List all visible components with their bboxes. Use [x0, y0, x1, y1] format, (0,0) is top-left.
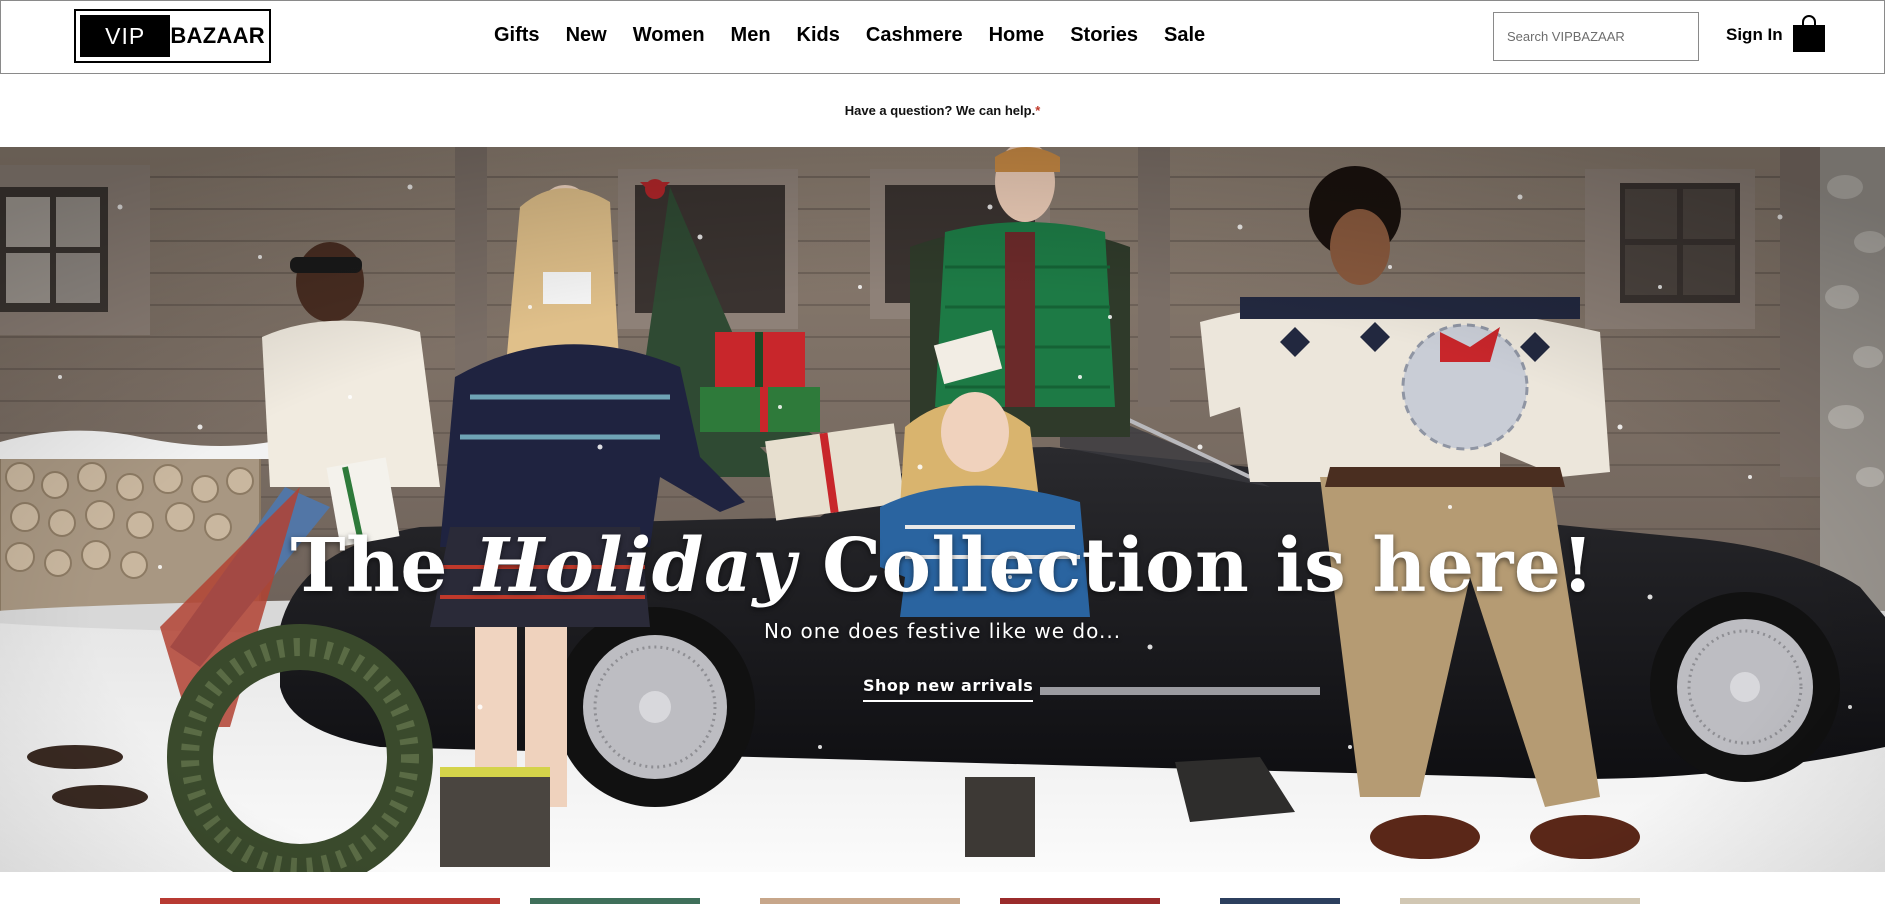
- nav-item-sale[interactable]: Sale: [1164, 21, 1205, 51]
- nav-item-stories[interactable]: Stories: [1070, 21, 1138, 51]
- hero-subtitle: No one does festive like we do...: [763, 619, 1122, 643]
- nav-item-home[interactable]: Home: [989, 21, 1045, 51]
- nav-item-kids[interactable]: Kids: [797, 21, 840, 51]
- help-text: Have a question? We can help.: [844, 103, 1036, 118]
- main-nav: Gifts New Women Men Kids Cashmere Home S…: [494, 21, 1205, 51]
- nav-item-women[interactable]: Women: [633, 21, 705, 51]
- hero-title-italic: Holiday: [474, 523, 796, 609]
- help-asterisk: *: [1035, 103, 1041, 118]
- nav-item-gifts[interactable]: Gifts: [494, 21, 540, 51]
- hero-title: The Holiday Collection is here!: [0, 521, 1885, 611]
- site-header: VIP BAZAAR Gifts New Women Men Kids Cash…: [0, 0, 1885, 74]
- hero-photo: [0, 147, 1885, 872]
- shop-new-arrivals-link[interactable]: Shop new arrivals: [863, 676, 1034, 702]
- hero-title-after: Collection is here!: [795, 523, 1595, 609]
- logo-bazaar-text: BAZAAR: [170, 23, 265, 48]
- nav-item-cashmere[interactable]: Cashmere: [866, 21, 963, 51]
- brand-logo[interactable]: VIP BAZAAR: [74, 9, 271, 63]
- next-section-preview: [160, 898, 1640, 904]
- nav-item-new[interactable]: New: [566, 21, 607, 51]
- shopping-bag-icon[interactable]: [1792, 14, 1826, 53]
- hero-title-before: The: [290, 523, 475, 609]
- nav-item-men[interactable]: Men: [731, 21, 771, 51]
- help-bar: Have a question? We can help.*: [0, 74, 1885, 147]
- help-link[interactable]: Have a question? We can help.*: [845, 103, 1041, 118]
- search-input[interactable]: [1493, 12, 1699, 61]
- logo-vip-text: VIP: [80, 15, 171, 57]
- sign-in-link[interactable]: Sign In: [1726, 25, 1783, 45]
- hero-banner: The Holiday Collection is here! No one d…: [0, 147, 1885, 872]
